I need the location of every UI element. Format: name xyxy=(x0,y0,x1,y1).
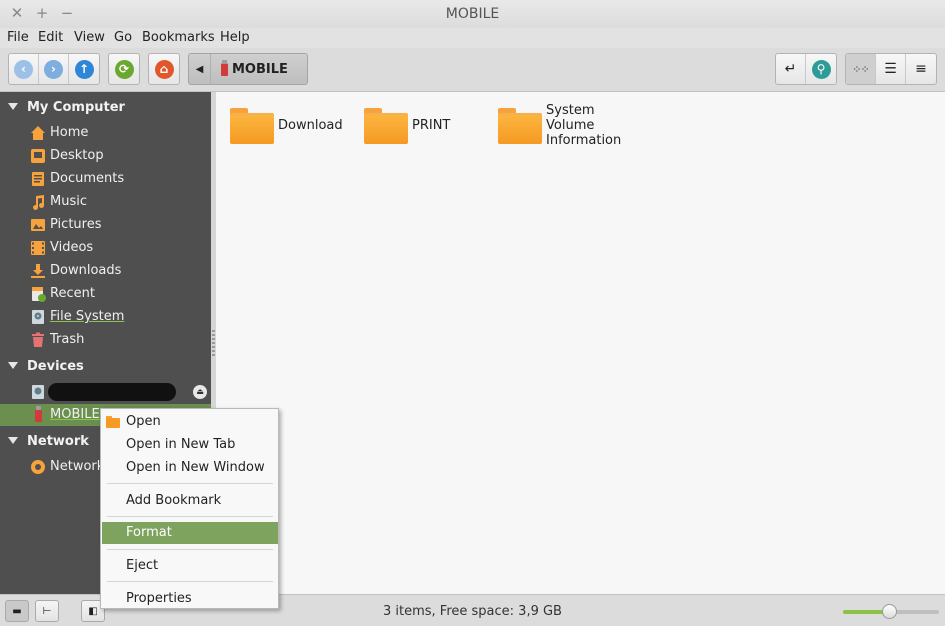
up-icon: ↑ xyxy=(74,59,94,79)
menu-separator xyxy=(107,549,273,550)
compact-view-icon: ≡ xyxy=(915,61,927,77)
toggle-location-icon: ↵ xyxy=(784,61,797,77)
sidebar-item-redacted-drive[interactable]: ⏏ xyxy=(0,381,211,403)
section-my-computer[interactable]: My Computer xyxy=(8,100,125,115)
sidebar-item-downloads[interactable]: Downloads xyxy=(0,260,211,282)
collapse-triangle-icon xyxy=(8,437,18,444)
collapse-triangle-icon xyxy=(8,362,18,369)
drive-icon xyxy=(32,385,44,399)
menu-item-add-bookmark[interactable]: Add Bookmark xyxy=(102,490,278,512)
section-network[interactable]: Network xyxy=(8,434,89,449)
menu-go[interactable]: Go xyxy=(114,30,132,45)
menu-separator xyxy=(107,516,273,517)
path-bar-label: MOBILE xyxy=(232,61,288,77)
search-icon: ⚲ xyxy=(811,59,831,79)
menu-separator xyxy=(107,483,273,484)
sidebar-item-file-system[interactable]: File System xyxy=(0,306,211,328)
menu-item-open-new-tab[interactable]: Open in New Tab xyxy=(102,434,278,456)
list-view-button[interactable]: ☰ xyxy=(876,54,906,84)
pictures-icon xyxy=(31,219,45,231)
reload-icon: ⟳ xyxy=(114,59,134,79)
view-mode-group: ⁘⁘ ☰ ≡ xyxy=(845,53,937,85)
sidebar-item-videos[interactable]: Videos xyxy=(0,237,211,259)
menu-item-format[interactable]: Format xyxy=(102,522,278,544)
redacted-label xyxy=(48,383,176,401)
usb-drive-icon xyxy=(221,59,228,76)
drive-icon xyxy=(32,310,44,324)
home-group: ⌂ xyxy=(148,53,180,85)
menu-item-properties[interactable]: Properties xyxy=(102,588,278,610)
sidebar-item-pictures[interactable]: Pictures xyxy=(0,214,211,236)
menu-view[interactable]: View xyxy=(74,30,105,45)
context-menu: Open Open in New Tab Open in New Window … xyxy=(100,408,279,609)
home-icon: ⌂ xyxy=(154,59,174,79)
documents-icon xyxy=(32,172,44,186)
network-icon xyxy=(31,460,45,474)
file-view: Download PRINT System Volume Information xyxy=(216,92,945,594)
forward-button[interactable]: › xyxy=(39,54,69,84)
reload-button[interactable]: ⟳ xyxy=(109,54,139,84)
zoom-slider-knob[interactable] xyxy=(882,604,898,619)
window-title: MOBILE xyxy=(445,6,500,22)
folder-icon[interactable] xyxy=(498,108,542,144)
sidebar-item-home[interactable]: Home xyxy=(0,122,211,144)
icon-view-icon: ⁘⁘ xyxy=(852,62,869,76)
file-name-download[interactable]: Download xyxy=(278,118,343,133)
navigation-group: ‹ › ↑ xyxy=(8,53,100,85)
recent-icon xyxy=(32,287,46,302)
collapse-triangle-icon xyxy=(8,103,18,110)
folder-icon[interactable] xyxy=(364,108,408,144)
menu-item-open[interactable]: Open xyxy=(102,411,278,433)
zoom-slider[interactable] xyxy=(843,604,939,619)
splitter-grip xyxy=(212,330,215,358)
menu-edit[interactable]: Edit xyxy=(38,30,63,45)
folder-icon[interactable] xyxy=(230,108,274,144)
music-icon xyxy=(33,195,45,210)
home-button[interactable]: ⌂ xyxy=(149,54,179,84)
desktop-icon xyxy=(31,149,45,163)
menu-help[interactable]: Help xyxy=(220,30,250,45)
location-search-group: ↵ ⚲ xyxy=(775,53,837,85)
list-view-icon: ☰ xyxy=(884,61,897,77)
back-button[interactable]: ‹ xyxy=(9,54,39,84)
menu-bookmarks[interactable]: Bookmarks xyxy=(142,30,215,45)
path-back-arrow-icon[interactable]: ◀ xyxy=(189,54,211,84)
icon-view-button[interactable]: ⁘⁘ xyxy=(846,54,876,84)
file-name-system-volume-information[interactable]: System Volume Information xyxy=(546,103,626,148)
back-icon: ‹ xyxy=(14,59,33,79)
title-bar: ✕ + − MOBILE xyxy=(0,0,945,28)
folder-open-icon xyxy=(106,416,120,428)
toggle-location-button[interactable]: ↵ xyxy=(776,54,806,84)
menu-file[interactable]: File xyxy=(7,30,29,45)
file-name-print[interactable]: PRINT xyxy=(412,118,450,133)
videos-icon xyxy=(31,241,45,255)
home-icon xyxy=(31,126,45,140)
section-devices[interactable]: Devices xyxy=(8,359,84,374)
menu-bar: File Edit View Go Bookmarks Help xyxy=(0,28,945,48)
downloads-icon xyxy=(31,264,45,278)
trash-icon xyxy=(32,332,44,347)
search-button[interactable]: ⚲ xyxy=(806,54,836,84)
usb-drive-icon xyxy=(35,406,42,422)
menu-item-eject[interactable]: Eject xyxy=(102,555,278,577)
reload-group: ⟳ xyxy=(108,53,140,85)
sidebar-item-desktop[interactable]: Desktop xyxy=(0,145,211,167)
up-button[interactable]: ↑ xyxy=(69,54,99,84)
sidebar-item-documents[interactable]: Documents xyxy=(0,168,211,190)
sidebar-item-trash[interactable]: Trash xyxy=(0,329,211,351)
eject-icon[interactable]: ⏏ xyxy=(193,385,207,399)
menu-item-open-new-window[interactable]: Open in New Window xyxy=(102,457,278,479)
menu-separator xyxy=(107,581,273,582)
sidebar-item-music[interactable]: Music xyxy=(0,191,211,213)
sidebar-item-recent[interactable]: Recent xyxy=(0,283,211,305)
path-bar-mobile[interactable]: ◀ MOBILE xyxy=(188,53,308,85)
forward-icon: › xyxy=(44,59,63,79)
toolbar: ‹ › ↑ ⟳ ⌂ ◀ MOBILE ↵ ⚲ ⁘⁘ ☰ ≡ xyxy=(0,48,945,92)
compact-view-button[interactable]: ≡ xyxy=(906,54,936,84)
